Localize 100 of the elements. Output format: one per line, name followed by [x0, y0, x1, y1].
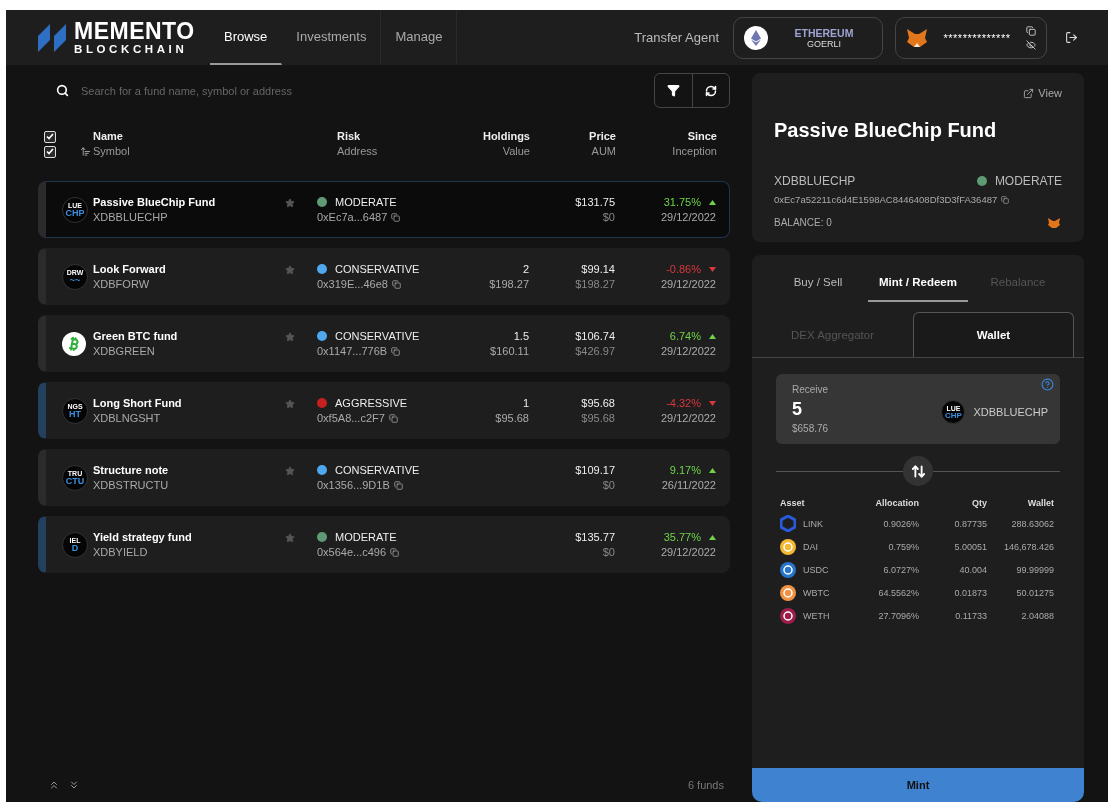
- column-subheading: Inception: [672, 144, 717, 159]
- mint-button[interactable]: Mint: [752, 768, 1084, 802]
- nav-tab[interactable]: Browse: [210, 10, 283, 65]
- receive-amount: 5: [792, 398, 802, 421]
- aum: $0: [602, 544, 615, 560]
- network-selector[interactable]: ETHEREUM GOERLI: [733, 16, 883, 59]
- nav-tab[interactable]: Investments: [282, 10, 382, 65]
- aum: $0: [602, 209, 615, 225]
- change-percent: -4.32%: [666, 395, 701, 411]
- fund-address: 0xEc7a...6487: [317, 209, 401, 225]
- fox-icon: [906, 27, 928, 48]
- star-icon[interactable]: [285, 398, 295, 409]
- hide-icon[interactable]: [1026, 39, 1036, 50]
- search-icon: [56, 84, 69, 97]
- copy-icon[interactable]: [388, 413, 398, 423]
- caret-up-icon: [709, 199, 716, 205]
- price: $106.74: [575, 328, 615, 344]
- price: $135.77: [575, 529, 615, 545]
- fund-row[interactable]: Green BTC fund XDBGREEN CONSERVATIVE 0x1147...776B 1.5 $160.11 $106.74 $426.97 6.74% 29/12/2022: [38, 315, 730, 372]
- copy-icon[interactable]: [390, 547, 400, 557]
- fund-count: 6 funds: [687, 779, 724, 791]
- logo-subtitle: BLOCKCHAIN: [74, 43, 189, 56]
- risk-level: CONSERVATIVE: [335, 462, 420, 478]
- column-heading: Allocation: [875, 498, 919, 508]
- logout-icon[interactable]: [1065, 31, 1078, 44]
- copy-icon[interactable]: [393, 480, 403, 490]
- allocation: 27.7096%: [878, 611, 919, 621]
- view-link[interactable]: View: [1023, 87, 1062, 99]
- copy-icon[interactable]: [1026, 25, 1036, 36]
- wallet-amount: 2.04088: [1021, 611, 1054, 621]
- wallet-amount: 146,678.426: [1003, 542, 1054, 552]
- column-subheading: Symbol: [93, 144, 130, 159]
- wallet-amount: 288.63062: [1011, 518, 1054, 529]
- asset-name: LINK: [803, 518, 823, 529]
- copy-icon[interactable]: [391, 346, 401, 356]
- price: $99.14: [581, 261, 615, 277]
- network-name: ETHEREUM: [794, 26, 854, 39]
- wallet-amount: 50.01275: [1016, 588, 1054, 598]
- inception-date: 29/12/2022: [660, 410, 716, 426]
- star-icon[interactable]: [285, 331, 295, 342]
- fund-address: 0x1356...9D1B: [317, 477, 403, 493]
- hexagon-icon: [780, 515, 796, 532]
- checkbox[interactable]: [44, 130, 56, 143]
- fund-symbol: XDBBLUECHP: [93, 209, 168, 225]
- help-icon[interactable]: [1041, 378, 1054, 391]
- checkbox[interactable]: [44, 145, 56, 158]
- inception-date: 29/12/2022: [660, 276, 716, 292]
- column-heading: Name: [93, 129, 123, 144]
- fund-address: 0xEc7a52211c6d4E1598AC8446408Df3D3fFA36487: [774, 194, 1062, 205]
- sort-icon[interactable]: [80, 145, 91, 157]
- expand-icon[interactable]: [68, 779, 80, 791]
- trade-tab[interactable]: Mint / Redeem: [868, 269, 968, 302]
- search-field[interactable]: Search for a fund name, symbol or address: [79, 83, 439, 98]
- inception-date: 26/11/2022: [661, 477, 716, 493]
- fox-icon[interactable]: [1048, 217, 1062, 228]
- transfer-agent-link[interactable]: Transfer Agent: [634, 30, 719, 45]
- fund-name: Look Forward: [93, 261, 166, 277]
- bitcoin-icon: [62, 331, 86, 356]
- column-heading: Price: [589, 129, 616, 144]
- wallet-address: **************: [942, 31, 1012, 44]
- fund-name: Yield strategy fund: [93, 529, 192, 545]
- fund-title: Passive BlueChip Fund: [774, 119, 998, 142]
- coin-icon: [780, 608, 796, 624]
- holdings-value: $198.27: [489, 276, 529, 292]
- source-tab[interactable]: Wallet: [913, 312, 1074, 357]
- star-icon[interactable]: [285, 465, 295, 476]
- coin-icon: [780, 585, 796, 601]
- caret-up-icon: [709, 534, 716, 540]
- filter-icon: [667, 84, 680, 97]
- quantity: 0.01873: [954, 588, 987, 598]
- copy-icon[interactable]: [391, 212, 401, 222]
- copy-icon[interactable]: [391, 279, 401, 289]
- quantity: 0.11733: [955, 611, 987, 621]
- star-icon[interactable]: [285, 197, 295, 208]
- copy-icon[interactable]: [1001, 195, 1010, 204]
- star-icon[interactable]: [285, 264, 295, 275]
- column-subheading: AUM: [591, 144, 616, 159]
- column-heading: Risk: [337, 129, 361, 144]
- star-icon[interactable]: [285, 532, 295, 543]
- holdings-value: $95.68: [495, 410, 529, 426]
- nav-tab[interactable]: Manage: [381, 10, 458, 65]
- risk-level: MODERATE: [335, 194, 397, 210]
- holdings: 2: [522, 261, 529, 277]
- refresh-icon: [705, 84, 717, 97]
- fund-symbol: XDBFORW: [93, 276, 150, 292]
- fund-name: Passive BlueChip Fund: [93, 194, 216, 210]
- collapse-icon[interactable]: [48, 779, 60, 791]
- swap-icon: [910, 463, 926, 479]
- fund-symbol: XDBLNGSHT: [93, 410, 161, 426]
- fund-address: 0xf5A8...c2F7: [317, 410, 398, 426]
- allocation: 0.759%: [888, 542, 919, 552]
- swap-button[interactable]: [903, 456, 933, 486]
- caret-up-icon: [709, 333, 716, 339]
- column-heading: Wallet: [1027, 498, 1054, 508]
- allocation: 64.5562%: [878, 588, 919, 598]
- trade-tab[interactable]: Buy / Sell: [768, 269, 868, 302]
- fund-name: Green BTC fund: [93, 328, 178, 344]
- inception-date: 29/12/2022: [660, 343, 716, 359]
- holdings-value: $160.11: [490, 343, 529, 359]
- wallet-amount: 99.99999: [1016, 565, 1054, 575]
